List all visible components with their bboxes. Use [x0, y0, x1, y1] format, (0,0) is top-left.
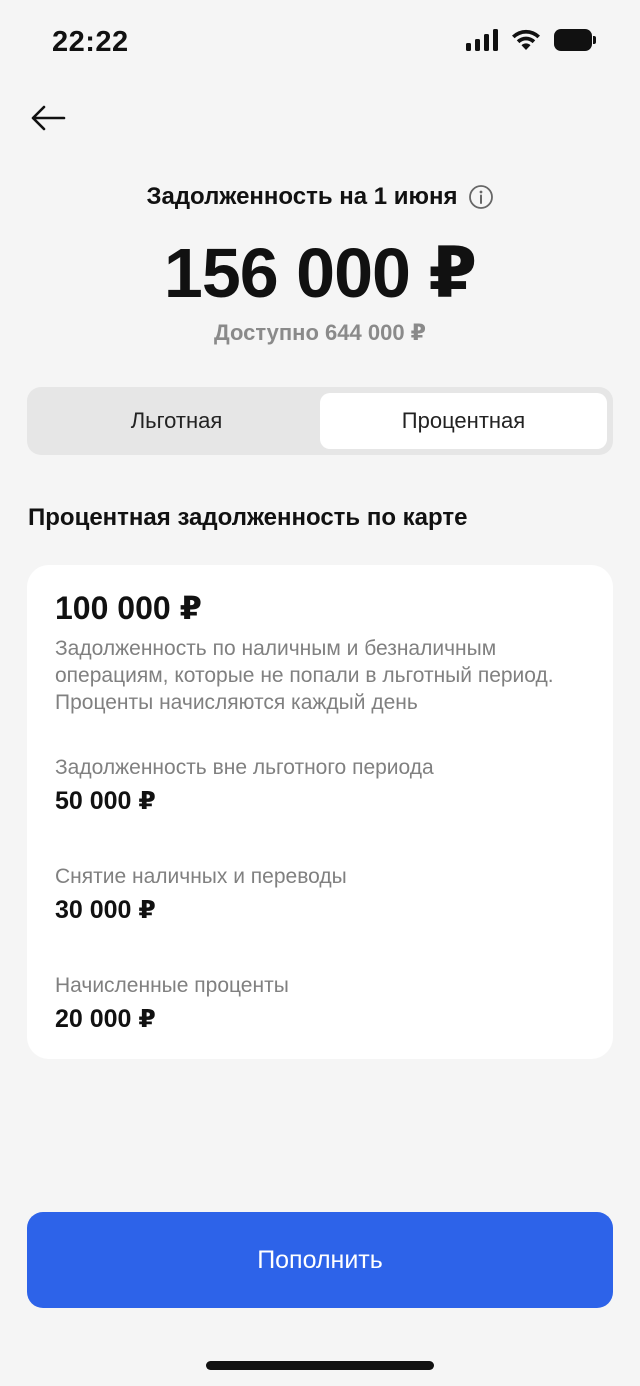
available-amount: Доступно 644 000 ₽	[214, 320, 426, 345]
debt-title: Задолженность на 1 июня	[146, 183, 458, 210]
tab-grace[interactable]: Льготная	[33, 393, 320, 449]
detail-label: Задолженность вне льготного периода	[55, 756, 434, 779]
home-indicator[interactable]	[206, 1361, 434, 1370]
detail-value: 20 000 ₽	[55, 1005, 156, 1033]
interest-debt-description: Задолженность по наличным и безналичным …	[55, 637, 554, 714]
status-icons	[466, 28, 596, 52]
wifi-icon	[512, 29, 540, 50]
detail-value: 30 000 ₽	[55, 896, 156, 924]
battery-icon	[554, 29, 596, 51]
back-button[interactable]	[22, 96, 74, 140]
section-title: Процентная задолженность по карте	[28, 504, 468, 531]
interest-debt-card: 100 000 ₽ Задолженность по наличным и бе…	[27, 565, 613, 1059]
detail-item: Снятие наличных и переводы 30 000 ₽	[55, 865, 347, 925]
detail-label: Начисленные проценты	[55, 974, 289, 997]
debt-title-row: Задолженность на 1 июня	[0, 183, 640, 211]
info-circle-icon[interactable]	[468, 184, 494, 210]
cellular-signal-icon	[466, 29, 498, 51]
topup-button[interactable]: Пополнить	[27, 1212, 613, 1308]
detail-value: 50 000 ₽	[55, 787, 156, 815]
status-time: 22:22	[52, 26, 129, 58]
total-debt-amount: 156 000 ₽	[163, 234, 477, 312]
detail-item: Задолженность вне льготного периода 50 0…	[55, 756, 434, 816]
detail-label: Снятие наличных и переводы	[55, 865, 347, 888]
detail-item: Начисленные проценты 20 000 ₽	[55, 974, 289, 1034]
arrow-left-icon	[31, 105, 66, 131]
tab-interest[interactable]: Процентная	[320, 393, 607, 449]
screen: 22:22 Задолженность на 1 июня 156 000 ₽ …	[0, 0, 640, 1386]
debt-type-tabs: Льготная Процентная	[27, 387, 613, 455]
interest-debt-amount: 100 000 ₽	[55, 590, 202, 626]
status-bar: 22:22	[0, 0, 640, 90]
